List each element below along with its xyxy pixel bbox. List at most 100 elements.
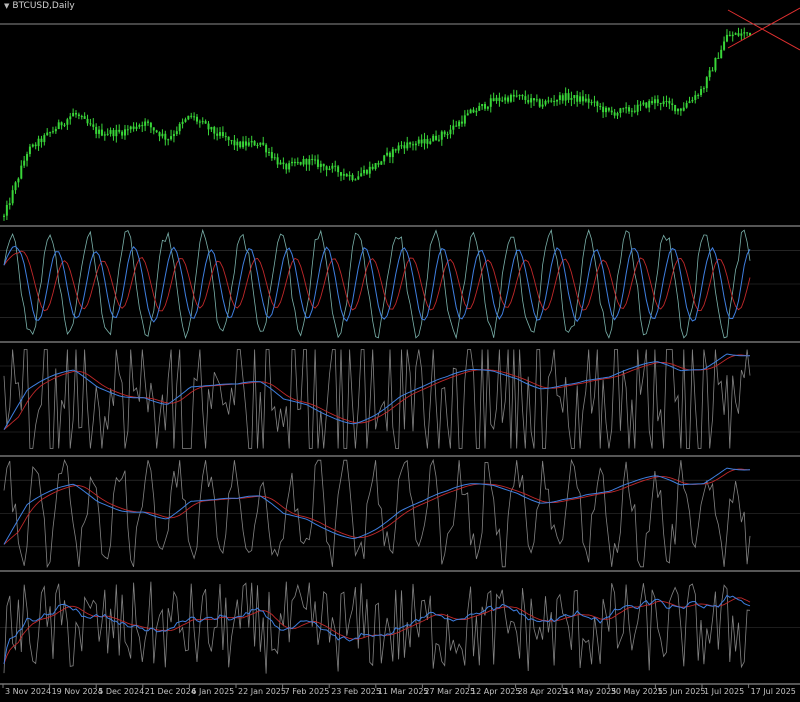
candle-body bbox=[535, 99, 538, 101]
candle-body bbox=[440, 131, 443, 140]
candle-body bbox=[587, 98, 590, 103]
candle-body bbox=[711, 70, 714, 72]
candle-body bbox=[550, 100, 553, 102]
candle-body bbox=[132, 126, 135, 129]
candle-body bbox=[541, 104, 544, 107]
candle-body bbox=[51, 131, 54, 133]
candle-body bbox=[668, 100, 671, 104]
candle-body bbox=[147, 121, 150, 123]
candle-body bbox=[72, 112, 75, 117]
candle-body bbox=[596, 101, 599, 107]
candle-body bbox=[613, 112, 616, 116]
candle-body bbox=[460, 121, 463, 124]
candle-body bbox=[524, 96, 527, 100]
oscillator-signal-line bbox=[3, 250, 751, 312]
candle-body bbox=[452, 125, 455, 130]
candle-body bbox=[244, 141, 247, 146]
caret-down-icon[interactable]: ▼ bbox=[4, 2, 9, 10]
candle-body bbox=[187, 115, 190, 120]
candle-body bbox=[593, 101, 596, 103]
candle-body bbox=[43, 135, 46, 143]
candle-body bbox=[374, 163, 377, 169]
candle-body bbox=[23, 160, 26, 166]
candle-body bbox=[725, 34, 728, 42]
candle-body bbox=[458, 121, 461, 127]
candle-body bbox=[75, 112, 78, 115]
candle-body bbox=[100, 129, 103, 136]
candle-body bbox=[236, 141, 239, 146]
candle-body bbox=[26, 154, 29, 161]
candle-body bbox=[28, 146, 31, 155]
candle-body bbox=[628, 107, 631, 112]
candle-body bbox=[532, 98, 535, 101]
candle-body bbox=[328, 168, 331, 170]
candle-body bbox=[17, 178, 20, 183]
candle-body bbox=[717, 57, 720, 59]
candle-body bbox=[746, 32, 749, 34]
candle-body bbox=[305, 159, 308, 165]
candle-body bbox=[3, 215, 5, 217]
candle-body bbox=[653, 99, 656, 104]
candle-body bbox=[495, 97, 498, 102]
candle-body bbox=[348, 174, 351, 177]
candle-body bbox=[694, 95, 697, 100]
candle-body bbox=[432, 135, 435, 142]
candle-body bbox=[121, 131, 124, 136]
candle-body bbox=[46, 132, 49, 136]
candle-body bbox=[276, 157, 279, 165]
candle-body bbox=[665, 100, 668, 102]
candle-body bbox=[740, 33, 743, 36]
candle-body bbox=[319, 163, 322, 167]
oscillator-fast-line bbox=[3, 349, 751, 449]
candle-body bbox=[579, 96, 582, 102]
candle-body bbox=[469, 109, 472, 114]
candle-body bbox=[77, 114, 80, 117]
candle-body bbox=[184, 119, 187, 122]
candle-body bbox=[109, 130, 112, 134]
candle-body bbox=[714, 57, 717, 71]
candle-body bbox=[397, 145, 400, 151]
candle-body bbox=[648, 101, 651, 108]
candle-body bbox=[66, 119, 69, 125]
candle-body bbox=[262, 142, 265, 145]
chart-window[interactable]: ▼ BTCUSD,Daily 3 Nov 2024 19 Nov 2024 5 De… bbox=[0, 0, 800, 698]
candle-body bbox=[141, 125, 144, 127]
candle-body bbox=[339, 172, 342, 176]
x-tick-label: 15 Jun 2025 bbox=[657, 687, 705, 696]
candle-body bbox=[190, 115, 193, 117]
candle-body bbox=[691, 99, 694, 102]
symbol-title: ▼ BTCUSD,Daily bbox=[4, 1, 75, 11]
candle-body bbox=[314, 159, 317, 161]
candle-body bbox=[518, 95, 521, 97]
candle-body bbox=[708, 70, 711, 78]
candle-body bbox=[625, 107, 628, 109]
candle-body bbox=[242, 141, 245, 148]
candle-body bbox=[273, 157, 276, 159]
candle-body bbox=[391, 149, 394, 158]
candle-body bbox=[138, 125, 141, 127]
candle-body bbox=[420, 139, 423, 144]
candle-body bbox=[674, 104, 677, 112]
candle-body bbox=[83, 116, 86, 119]
candle-body bbox=[267, 152, 270, 154]
candle-body bbox=[607, 107, 610, 111]
candle-body bbox=[193, 116, 196, 118]
candle-body bbox=[316, 159, 319, 167]
candle-body bbox=[702, 88, 705, 90]
x-tick-label: 17 Jul 2025 bbox=[751, 687, 796, 696]
candle-body bbox=[34, 144, 37, 147]
candle-body bbox=[322, 163, 325, 167]
candle-body bbox=[354, 179, 357, 181]
candle-body bbox=[210, 127, 213, 130]
candle-body bbox=[89, 123, 92, 125]
candle-body bbox=[213, 127, 216, 134]
candle-body bbox=[247, 142, 250, 146]
candle-body bbox=[265, 144, 268, 153]
candle-body bbox=[630, 110, 633, 112]
candle-body bbox=[642, 102, 645, 105]
candle-body bbox=[98, 129, 101, 134]
candle-body bbox=[492, 98, 495, 102]
candle-body bbox=[501, 100, 504, 102]
chart-canvas[interactable]: 3 Nov 2024 19 Nov 20245 Dec 2024 21 Dec 20… bbox=[0, 0, 800, 698]
candle-body bbox=[86, 118, 89, 124]
